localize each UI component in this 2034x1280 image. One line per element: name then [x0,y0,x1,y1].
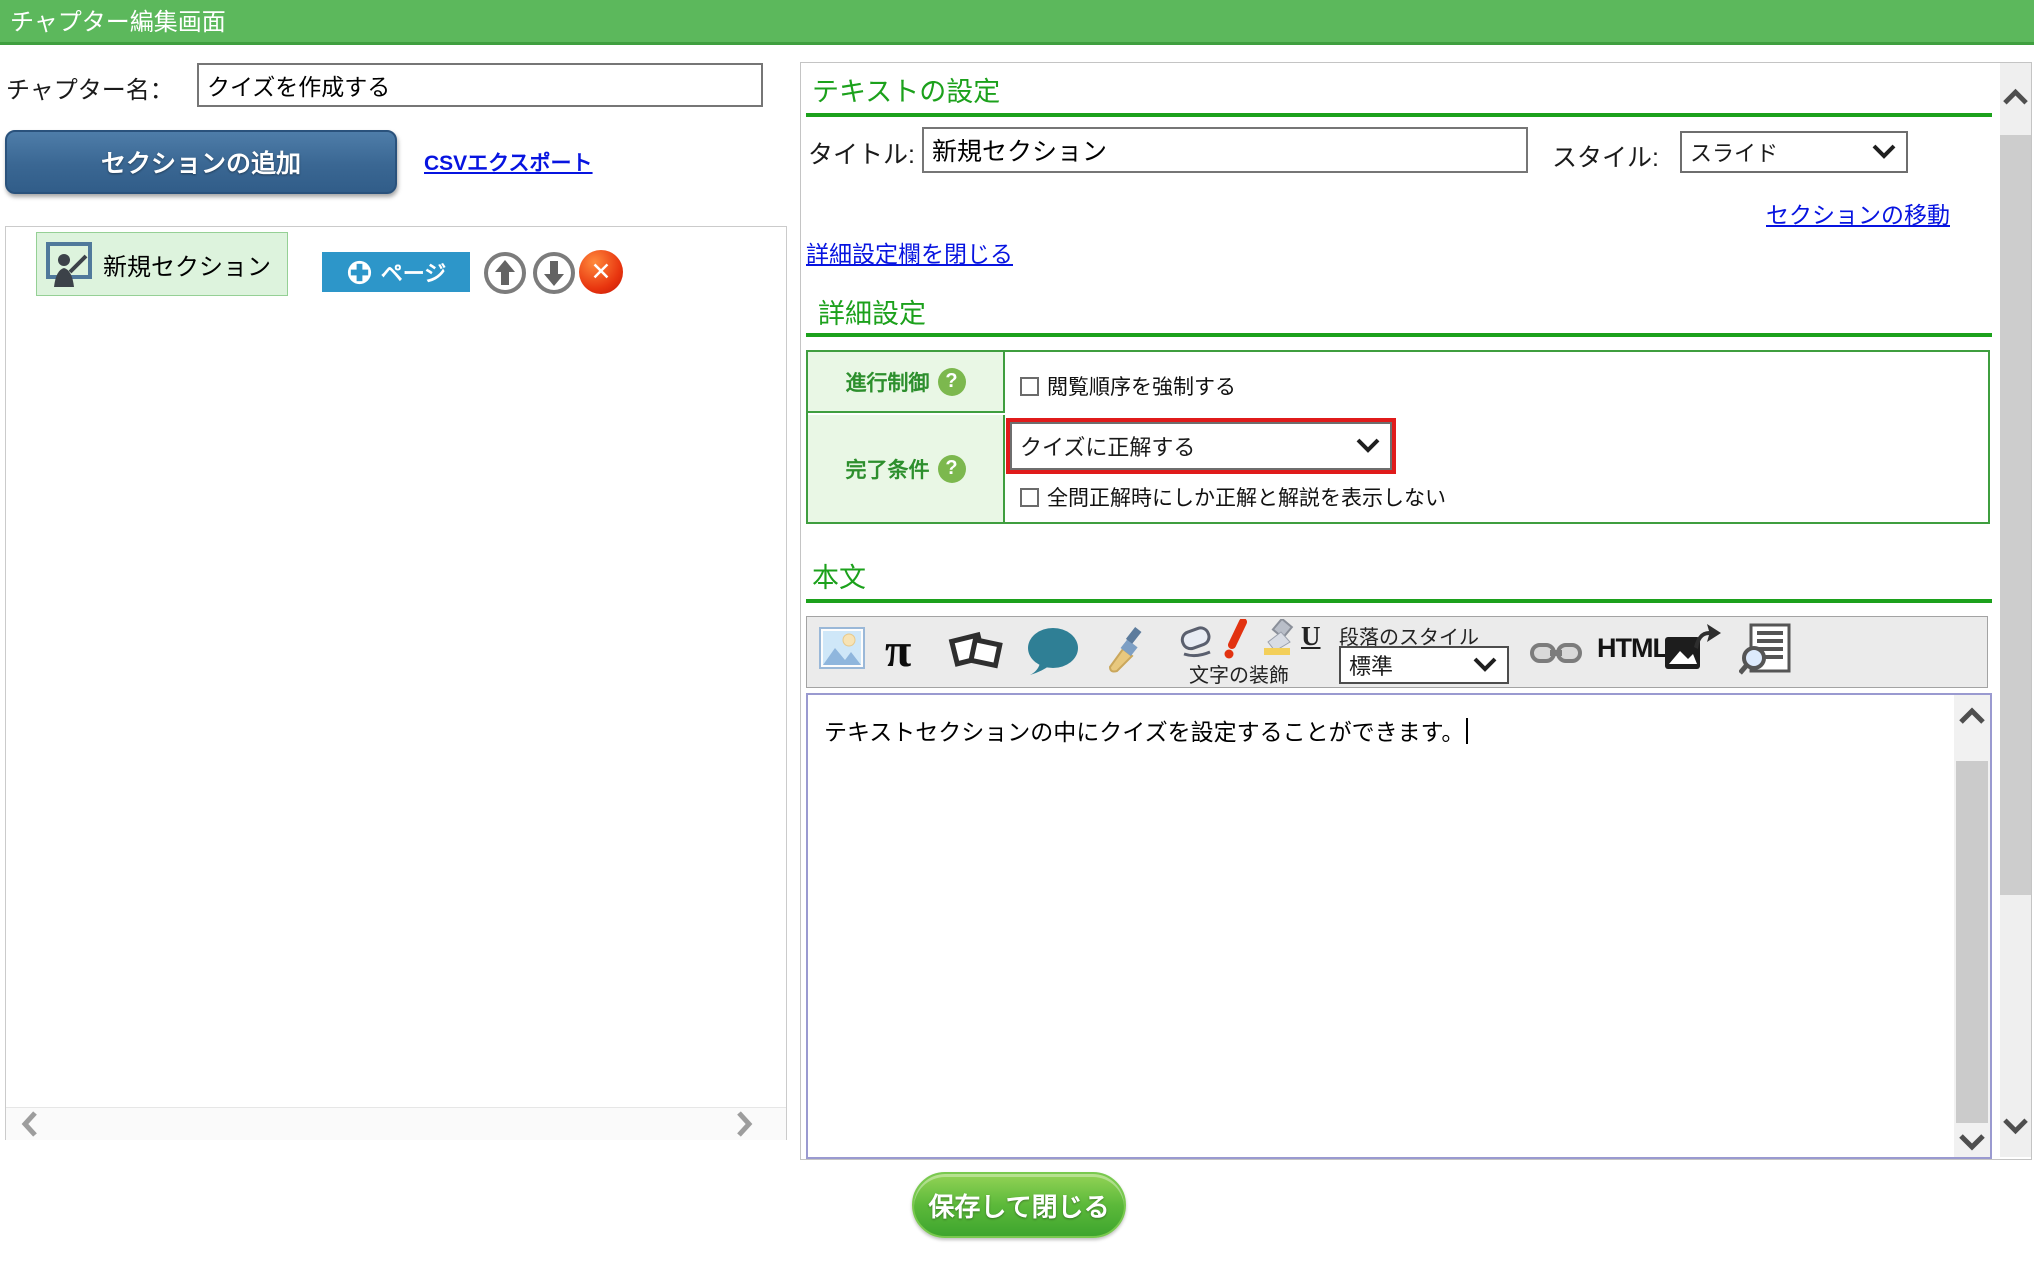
section-item[interactable]: 新規セクション [36,232,288,296]
progress-control-label: 進行制御 [846,367,930,397]
paintbrush-icon[interactable] [1103,627,1147,673]
speech-bubble-icon[interactable] [1025,627,1081,675]
completion-condition-value: クイズに正解する [1020,430,1195,462]
page-title: チャプター編集画面 [0,0,2034,45]
panel-scroll-up-icon[interactable] [2002,88,2029,106]
progress-control-header-cell: 進行制御 ? [808,352,1005,413]
chapter-name-input[interactable] [197,63,763,107]
paragraph-style-value: 標準 [1349,649,1393,681]
editor-toolbar: π U [806,616,1988,688]
completion-condition-label: 完了条件 [846,454,930,484]
section-list-panel [5,226,787,1140]
move-section-link[interactable]: セクションの移動 [1766,196,1950,230]
heading-rule [806,113,1992,117]
add-page-label: ページ [381,256,447,288]
force-order-checkbox[interactable] [1020,377,1039,396]
show-answer-label: 全問正解時にしか正解と解説を表示しない [1047,482,1446,512]
scroll-left-icon[interactable] [20,1110,40,1138]
paste-image-icon[interactable] [1663,623,1721,673]
panel-scrollbar[interactable] [2000,63,2031,1157]
preview-search-icon[interactable] [1739,623,1793,675]
chapter-name-label: チャプター名： [6,70,174,105]
red-pen-icon[interactable] [1221,619,1249,659]
chevron-down-icon [1356,433,1380,459]
char-decoration-label: 文字の装飾 [1189,659,1289,688]
section-item-label: 新規セクション [103,247,271,282]
completion-condition-highlight: クイズに正解する [1006,418,1396,474]
show-answer-row: 全問正解時にしか正解と解説を表示しない [1020,482,1446,512]
html-icon[interactable]: HTML [1597,633,1668,664]
chevron-down-icon [1473,652,1497,678]
body-rule [806,599,1992,603]
move-up-icon[interactable] [482,250,528,301]
completion-condition-select[interactable]: クイズに正解する [1010,422,1392,470]
scroll-right-icon[interactable] [734,1110,754,1138]
highlighter-icon[interactable] [1259,619,1297,657]
text-settings-heading: テキストの設定 [812,70,1000,109]
panel-scroll-down-icon[interactable] [2002,1117,2029,1135]
delete-section-icon[interactable]: ✕ [579,250,623,294]
link-icon[interactable] [1529,639,1583,667]
force-order-row: 閲覧順序を強制する [1020,371,1236,401]
plus-icon [346,259,373,286]
math-formula-icon[interactable]: π [885,623,911,678]
move-down-icon[interactable] [531,250,577,301]
details-rule [806,333,1992,337]
shapes-icon[interactable] [947,627,1005,675]
paragraph-style-select[interactable]: 標準 [1339,646,1509,684]
editor-scrollbar[interactable] [1954,695,1990,1157]
add-section-button[interactable]: セクションの追加 [5,130,397,194]
completion-condition-header-cell: 完了条件 ? [808,415,1005,522]
help-icon[interactable]: ? [938,455,966,483]
title-input[interactable] [922,127,1528,173]
csv-export-link[interactable]: CSVエクスポート [424,147,593,177]
body-text: テキストセクションの中にクイズを設定することができます。 [824,719,1464,745]
body-text-editor[interactable]: テキストセクションの中にクイズを設定することができます。 [806,693,1992,1159]
details-heading: 詳細設定 [818,292,926,331]
editor-scroll-up-icon[interactable] [1958,707,1986,725]
style-label: スタイル: [1552,138,1659,174]
style-select-value: スライド [1690,136,1778,168]
details-table: 進行制御 ? 閲覧順序を強制する 完了条件 ? クイズに正解する 全問正解時にし… [806,350,1990,524]
style-select[interactable]: スライド [1680,131,1908,173]
force-order-label: 閲覧順序を強制する [1047,371,1236,401]
eraser-icon[interactable] [1175,621,1217,661]
show-answer-checkbox[interactable] [1020,488,1039,507]
chevron-down-icon [1872,139,1896,165]
editor-scroll-down-icon[interactable] [1958,1133,1986,1151]
section-type-icon [45,241,93,287]
close-details-link[interactable]: 詳細設定欄を閉じる [806,235,1013,269]
underline-icon[interactable]: U [1301,621,1321,652]
add-page-button[interactable]: ページ [322,252,470,292]
left-horizontal-scrollbar[interactable] [6,1107,786,1140]
body-heading: 本文 [812,556,866,595]
title-label: タイトル: [808,135,915,171]
save-and-close-button[interactable]: 保存して閉じる [912,1172,1126,1238]
insert-image-icon[interactable] [819,627,865,669]
help-icon[interactable]: ? [938,368,966,396]
panel-scrollbar-thumb[interactable] [2000,135,2031,895]
text-cursor [1466,718,1468,744]
editor-scrollbar-thumb[interactable] [1956,761,1988,1123]
